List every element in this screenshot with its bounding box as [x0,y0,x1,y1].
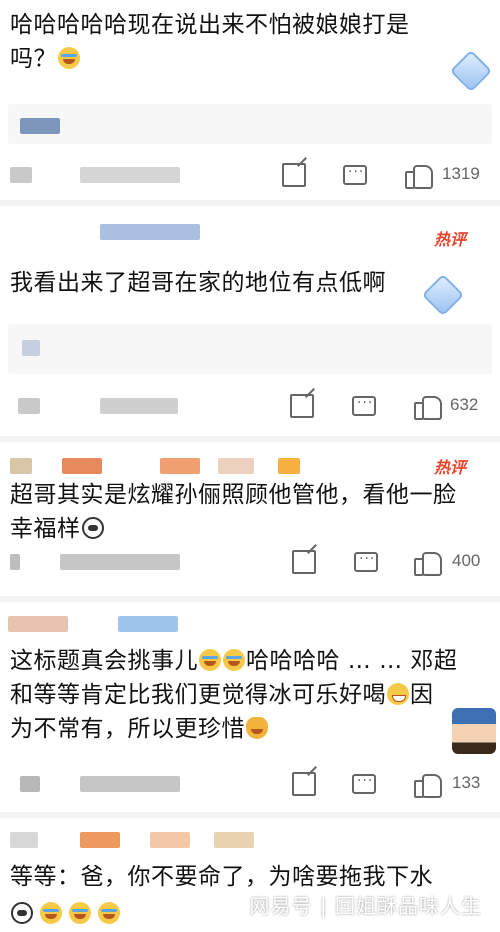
comment-text: 哈哈哈哈哈现在说出来不怕被娘娘打是吗？ [10,12,410,72]
comment-icon[interactable] [354,551,378,572]
like-count: 632 [450,395,479,414]
comment-3: 热评 超哥其实是炫耀孙俪照顾他管他，看他一脸 幸福样 400 [0,442,500,602]
crying-emoji-icon [98,902,121,924]
hot-comment-badge: 热评 [434,230,467,249]
comment-actions: 1319 [0,155,500,195]
like-count: 400 [452,551,481,570]
cat-emoji-icon [246,717,268,739]
thumbs-up-icon[interactable] [405,163,433,189]
watermark: 网易号 | 回姐酥品味人生 [249,894,482,918]
comment-4: 这标题真会挑事儿 哈哈哈哈 … … 邓超 和等等肯定比我们更觉得冰可乐好喝因 为不… [0,602,500,812]
like-count: 1319 [442,164,480,183]
comment-icon[interactable] [343,164,367,185]
share-icon[interactable] [292,772,316,796]
thumbs-up-icon[interactable] [414,550,442,576]
comment-text: 我看出来了超哥在家的地位有点低啊 [10,270,386,296]
like-count: 133 [452,773,481,792]
share-icon[interactable] [282,163,306,187]
comment-1: 哈哈哈哈哈现在说出来不怕被娘娘打是吗？ 1319 [0,0,500,205]
laugh-cry-emoji-icon [199,649,221,671]
comment-actions: 632 [0,386,500,426]
quoted-content-area [8,324,492,374]
laugh-cry-emoji-icon [58,47,80,69]
crying-emoji-icon [69,902,92,924]
avatar [452,708,496,754]
panda-emoji-icon [81,517,104,539]
comment-text: 这标题真会挑事儿 哈哈哈哈 … … 邓超 和等等肯定比我们更觉得冰可乐好喝因 为不… [10,648,458,742]
emoji-row [10,902,121,925]
comment-text: 超哥其实是炫耀孙俪照顾他管他，看他一脸 幸福样 [10,482,457,542]
laugh-cry-emoji-icon [223,649,245,671]
thumbs-up-icon[interactable] [414,772,442,798]
panda-emoji-icon [11,902,33,924]
share-icon[interactable] [290,394,314,418]
share-icon[interactable] [292,550,316,574]
comment-actions: 400 [0,542,500,582]
diamond-badge-icon [449,49,493,93]
comment-2: 热评 我看出来了超哥在家的地位有点低啊 632 [0,206,500,442]
thumbs-up-icon[interactable] [414,394,442,420]
crying-emoji-icon [40,902,63,924]
quoted-content-area [8,104,492,144]
comment-actions: 133 [0,764,500,804]
comment-icon[interactable] [352,395,376,416]
comment-text: 等等：爸，你不要命了，为啥要拖我下水 [10,864,433,890]
grin-emoji-icon [387,683,409,705]
comment-icon[interactable] [352,773,376,794]
hot-comment-badge: 热评 [434,458,467,477]
